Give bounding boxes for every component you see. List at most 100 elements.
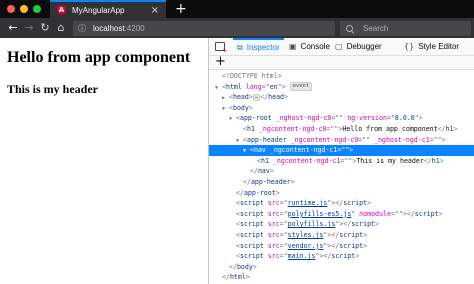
- zoom-window-button[interactable]: [33, 5, 41, 13]
- tree-line-app-header-close[interactable]: </app-header>: [209, 177, 474, 188]
- tree-line-script[interactable]: <script src="polyfills-es5.js" nomodule=…: [209, 209, 474, 220]
- tag-name: h1: [445, 124, 454, 133]
- tree-line-doctype[interactable]: <!DOCTYPE html>: [209, 71, 474, 82]
- tab-style-editor-label: Style Editor: [418, 42, 460, 51]
- tab-console[interactable]: ▣ Console: [289, 38, 330, 55]
- element-picker-icon[interactable]: [215, 42, 225, 51]
- tree-line-head[interactable]: ▶ <head>… </head>: [209, 92, 474, 103]
- attr-name: _ngcontent-ngd-c1: [272, 156, 341, 165]
- tree-line-script[interactable]: <script src="vendor.js"></script>: [209, 241, 474, 252]
- inspector-subbar: +: [209, 55, 474, 70]
- search-placeholder: Search: [363, 24, 389, 33]
- expanded-arrow-icon[interactable]: ▼: [236, 136, 243, 146]
- attr-name: lang: [245, 82, 262, 91]
- expanded-arrow-icon[interactable]: ▼: [215, 83, 222, 93]
- tag-name: h1: [431, 156, 440, 165]
- tag-name: app-header: [250, 177, 291, 186]
- tag-name: app-root: [243, 188, 276, 197]
- minimize-window-button[interactable]: [20, 5, 28, 13]
- tree-line-h1[interactable]: <h1 _ngcontent-ngd-c0="">Hello from app …: [209, 124, 474, 135]
- doctype-text: <!DOCTYPE html>: [222, 72, 282, 80]
- navigation-bar: ← → ↻ ⌂ ⓘ localhost:4200 Search: [0, 18, 474, 38]
- expanded-arrow-icon[interactable]: ▼: [222, 104, 229, 114]
- add-node-button[interactable]: +: [215, 55, 226, 69]
- tab-debugger[interactable]: ▢ Debugger: [335, 38, 382, 55]
- tag-name: head: [232, 93, 249, 102]
- tree-line-body-close[interactable]: </body>: [209, 262, 474, 273]
- attr-name: nomodule: [359, 209, 391, 218]
- tree-line-body[interactable]: ▼ <body>: [209, 103, 474, 114]
- tree-line-script[interactable]: <script src="styles.js"></script>: [209, 230, 474, 241]
- tree-line-nav-close[interactable]: </nav>: [209, 166, 474, 177]
- text-node: This is my header: [356, 156, 424, 165]
- tab-inspector[interactable]: ⧉ Inspector: [233, 38, 284, 55]
- tag-name: html: [229, 273, 246, 282]
- tree-line-script[interactable]: <script src="runtime.js"></script>: [209, 198, 474, 209]
- attr-name: _ngcontent-ngd-c0: [290, 135, 359, 144]
- tree-line-nav-selected[interactable]: ▼ <nav _ngcontent-ngd-c1="">: [209, 145, 474, 156]
- tree-line-app-header[interactable]: ▼ <app-header _ngcontent-ngd-c0="" _nghos…: [209, 135, 474, 146]
- tag-name: h1: [260, 156, 269, 165]
- attr-name: _ngcontent-ngd-c1: [269, 146, 338, 155]
- close-window-button[interactable]: [7, 5, 15, 13]
- tab-close-icon[interactable]: ×: [151, 5, 159, 17]
- tab-style-editor[interactable]: {} Style Editor: [404, 38, 459, 55]
- attr-value: 8.0.0: [394, 114, 415, 123]
- tree-line-html[interactable]: ▼ <html lang="en"> event: [209, 82, 474, 93]
- attr-name: ng-version: [347, 114, 387, 123]
- expanded-arrow-icon[interactable]: ▼: [243, 146, 250, 156]
- tree-line-app-root-close[interactable]: </app-root>: [209, 188, 474, 199]
- tag-name: app-header: [246, 135, 287, 144]
- reload-icon[interactable]: ↻: [38, 21, 52, 35]
- collapsed-arrow-icon[interactable]: ▶: [222, 93, 229, 103]
- attr-name: _nghost-ngd-c0: [275, 114, 332, 123]
- inspector-icon: ⧉: [237, 42, 243, 52]
- script-src-link[interactable]: runtime.js: [288, 199, 328, 207]
- tab-debugger-label: Debugger: [346, 42, 382, 51]
- tree-line-app-root[interactable]: ▼ <app-root _nghost-ngd-c0="" ng-version=…: [209, 113, 474, 124]
- script-src-link[interactable]: styles.js: [288, 231, 324, 239]
- style-editor-icon: {}: [404, 42, 415, 51]
- tab-inspector-label: Inspector: [246, 43, 280, 52]
- tree-line-script[interactable]: <script src="main.js"></script>: [209, 251, 474, 262]
- home-icon[interactable]: ⌂: [54, 21, 68, 35]
- markup-tree: <!DOCTYPE html> ▼ <html lang="en"> event …: [209, 71, 474, 283]
- devtools-panel: ⧉ Inspector ▣ Console ▢ Debugger {} Styl…: [208, 38, 474, 284]
- page-viewport: Hello from app component This is my head…: [0, 38, 208, 284]
- tag-name: h1: [246, 124, 255, 133]
- tag-name: nav: [253, 146, 266, 155]
- search-icon: [346, 25, 353, 32]
- title-bar: A MyAngularApp × +: [0, 0, 474, 18]
- script-src-link[interactable]: polyfills-es5.js: [288, 210, 352, 218]
- event-badge[interactable]: event: [289, 82, 313, 92]
- tag-name: body: [232, 103, 249, 112]
- attr-name: _ngcontent-ngd-c0: [258, 124, 327, 133]
- url-port: :4200: [124, 24, 145, 33]
- tag-name: app-root: [239, 114, 272, 123]
- devtools-toolbar: ⧉ Inspector ▣ Console ▢ Debugger {} Styl…: [209, 38, 474, 56]
- back-arrow-icon[interactable]: ←: [6, 21, 20, 35]
- attr-value: en: [269, 82, 278, 91]
- tag-name: body: [236, 262, 253, 271]
- script-src-link[interactable]: main.js: [288, 252, 316, 260]
- tag-name: head: [268, 93, 285, 102]
- search-input[interactable]: Search: [340, 21, 471, 36]
- angular-favicon-icon: A: [57, 5, 66, 15]
- text-node: Hello from app component: [342, 124, 438, 133]
- page-heading-header: This is my header: [7, 82, 99, 96]
- tag-name: html: [225, 82, 242, 91]
- tree-line-script[interactable]: <script src="polyfills.js"></script>: [209, 219, 474, 230]
- new-tab-button[interactable]: +: [175, 1, 187, 17]
- browser-tab[interactable]: A MyAngularApp ×: [50, 0, 166, 18]
- attr-name: _nghost-ngd-c1: [374, 135, 430, 144]
- tab-title: MyAngularApp: [72, 5, 125, 15]
- url-host: localhost: [93, 24, 125, 33]
- tree-line-html-close[interactable]: </html>: [209, 272, 474, 283]
- script-src-link[interactable]: polyfills.js: [288, 220, 336, 228]
- url-bar[interactable]: ⓘ localhost:4200: [73, 21, 335, 36]
- expanded-arrow-icon[interactable]: ▼: [229, 114, 236, 124]
- site-info-icon[interactable]: ⓘ: [78, 23, 86, 34]
- forward-arrow-icon[interactable]: →: [22, 21, 36, 35]
- script-src-link[interactable]: vendor.js: [288, 242, 324, 250]
- tree-line-h1-inner[interactable]: <h1 _ngcontent-ngd-c1="">This is my head…: [209, 156, 474, 167]
